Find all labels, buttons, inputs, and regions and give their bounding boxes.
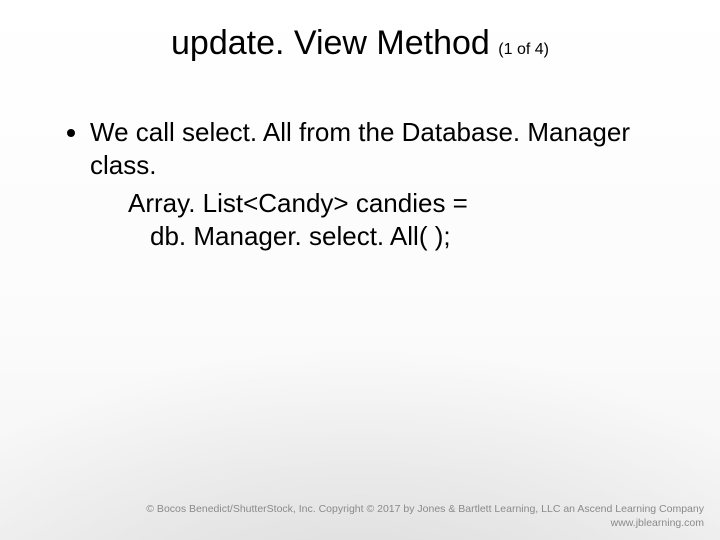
title-area: update. View Method (1 of 4) <box>0 24 720 63</box>
copyright-text: © Bocos Benedict/ShutterStock, Inc. Copy… <box>146 502 704 516</box>
slide-title: update. View Method <box>171 24 490 62</box>
slide: update. View Method (1 of 4) We call sel… <box>0 0 720 540</box>
footer-url: www.jblearning.com <box>146 516 704 530</box>
slide-body: We call select. All from the Database. M… <box>60 116 660 253</box>
bullet-text: We call select. All from the Database. M… <box>90 117 630 180</box>
bullet-list: We call select. All from the Database. M… <box>60 116 660 253</box>
code-line-1: Array. List<Candy> candies = <box>128 187 660 220</box>
slide-subtitle: (1 of 4) <box>498 41 549 58</box>
footer: © Bocos Benedict/ShutterStock, Inc. Copy… <box>146 502 704 530</box>
code-line-2: db. Manager. select. All( ); <box>128 220 660 253</box>
code-block: Array. List<Candy> candies = db. Manager… <box>90 187 660 254</box>
bullet-item: We call select. All from the Database. M… <box>90 116 660 253</box>
